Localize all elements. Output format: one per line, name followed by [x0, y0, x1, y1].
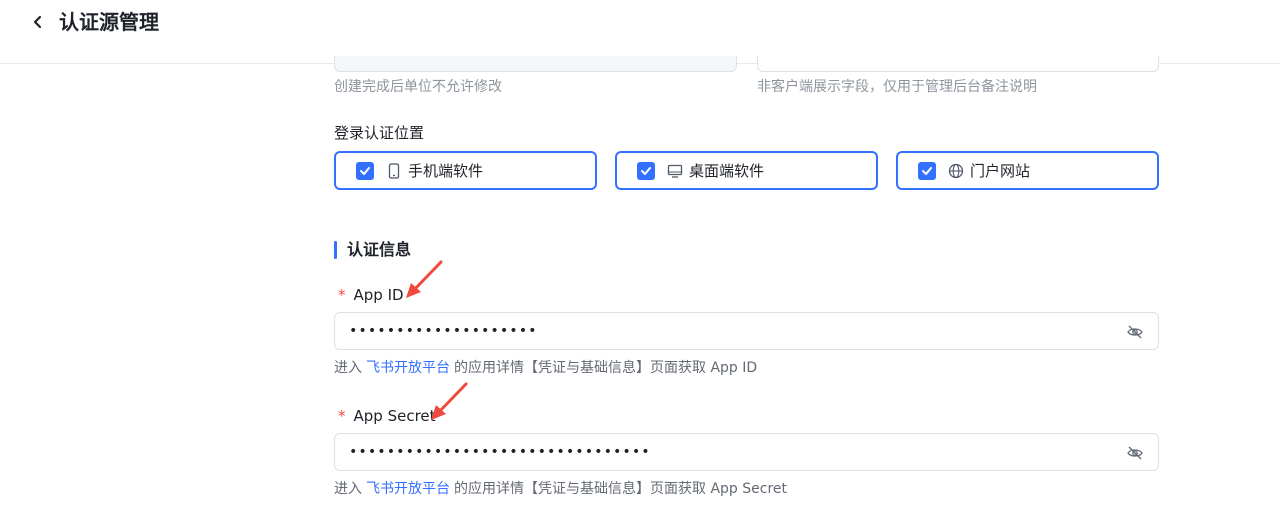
app-secret-field[interactable]	[334, 433, 1159, 471]
chevron-left-icon	[33, 15, 42, 29]
page-header: 认证源管理	[0, 0, 1280, 64]
annotation-arrow-icon	[406, 260, 443, 298]
app-id-field[interactable]	[334, 312, 1159, 350]
back-button[interactable]	[28, 12, 48, 32]
help-prefix: 进入	[334, 481, 362, 497]
section-accent-bar	[334, 241, 337, 259]
remark-input[interactable]	[757, 56, 1159, 72]
eye-off-icon[interactable]	[1126, 444, 1144, 462]
unit-input[interactable]	[334, 56, 737, 72]
app-id-input[interactable]	[349, 321, 1109, 341]
desktop-checkbox[interactable]	[637, 161, 655, 180]
feishu-open-platform-link[interactable]: 飞书开放平台	[366, 481, 450, 497]
check-icon	[641, 166, 651, 175]
desktop-icon	[667, 163, 683, 179]
option-desktop-label: 桌面端软件	[689, 162, 765, 180]
help-suffix: 的应用详情【凭证与基础信息】页面获取 App Secret	[454, 481, 787, 497]
mobile-icon	[386, 162, 402, 179]
option-mobile[interactable]: 手机端软件	[334, 151, 597, 190]
app-id-label-text: App ID	[353, 286, 404, 304]
mobile-checkbox[interactable]	[356, 161, 374, 180]
eye-off-icon[interactable]	[1126, 323, 1144, 341]
app-secret-input[interactable]	[349, 442, 1109, 462]
app-secret-label: * App Secret	[338, 405, 436, 427]
option-desktop[interactable]: 桌面端软件	[615, 151, 878, 190]
check-icon	[360, 166, 370, 175]
app-id-label: * App ID	[338, 284, 404, 306]
feishu-open-platform-link[interactable]: 飞书开放平台	[366, 360, 450, 376]
unit-hint: 创建完成后单位不允许修改	[334, 79, 502, 95]
portal-checkbox[interactable]	[918, 161, 936, 180]
login-position-label: 登录认证位置	[334, 124, 425, 142]
option-portal-label: 门户网站	[970, 162, 1031, 180]
globe-icon	[948, 163, 964, 179]
check-icon	[922, 166, 932, 175]
annotation-arrow-icon	[431, 382, 468, 420]
option-mobile-label: 手机端软件	[408, 162, 484, 180]
remark-hint: 非客户端展示字段，仅用于管理后台备注说明	[757, 79, 1037, 95]
option-portal[interactable]: 门户网站	[896, 151, 1159, 190]
help-prefix: 进入	[334, 360, 362, 376]
required-mark: *	[338, 407, 346, 425]
page-title: 认证源管理	[59, 10, 159, 34]
required-mark: *	[338, 286, 346, 304]
app-id-help: 进入 飞书开放平台 的应用详情【凭证与基础信息】页面获取 App ID	[334, 358, 757, 378]
help-suffix: 的应用详情【凭证与基础信息】页面获取 App ID	[454, 360, 758, 376]
app-secret-help: 进入 飞书开放平台 的应用详情【凭证与基础信息】页面获取 App Secret	[334, 479, 787, 499]
